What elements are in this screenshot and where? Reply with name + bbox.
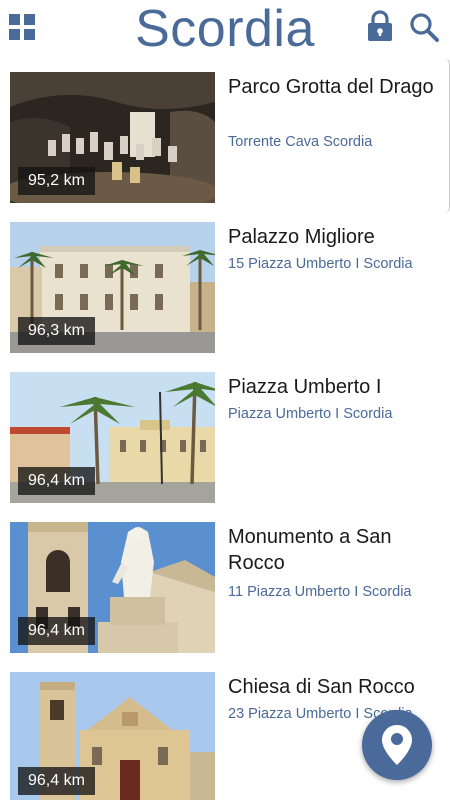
- place-address: Torrente Cava Scordia: [228, 134, 373, 150]
- list-item[interactable]: 95,2 km Parco Grotta del Drago Torrente …: [0, 62, 445, 203]
- list-item[interactable]: 96,3 km Palazzo Migliore 15 Piazza Umber…: [0, 212, 445, 353]
- place-name: Monumento a San Rocco: [228, 526, 392, 574]
- app-header: Scordia: [0, 0, 450, 62]
- list-item[interactable]: 96,4 km Piazza Umberto I Piazza Umberto …: [0, 362, 445, 503]
- distance-badge: 95,2 km: [18, 167, 95, 195]
- place-name: Chiesa di San Rocco: [228, 676, 415, 698]
- map-button[interactable]: [362, 710, 432, 780]
- place-thumbnail: 96,3 km: [10, 222, 215, 353]
- place-address: Piazza Umberto I Scordia: [228, 406, 393, 422]
- lock-icon[interactable]: [366, 10, 394, 42]
- map-pin-icon: [382, 725, 412, 765]
- distance-badge: 96,4 km: [18, 467, 95, 495]
- place-thumbnail: 95,2 km: [10, 72, 215, 203]
- place-name: Parco Grotta del Drago: [228, 76, 434, 98]
- scrollbar[interactable]: [444, 58, 450, 213]
- place-name: Palazzo Migliore: [228, 226, 375, 248]
- list-item[interactable]: 96,4 km Monumento a San Rocco 11 Piazza …: [0, 512, 445, 653]
- distance-badge: 96,4 km: [18, 617, 95, 645]
- place-thumbnail: 96,4 km: [10, 372, 215, 503]
- places-list: 95,2 km Parco Grotta del Drago Torrente …: [0, 62, 450, 800]
- distance-badge: 96,4 km: [18, 767, 95, 795]
- search-icon[interactable]: [409, 12, 439, 42]
- place-address: 15 Piazza Umberto I Scordia: [228, 256, 413, 272]
- place-name: Piazza Umberto I: [228, 376, 382, 398]
- distance-badge: 96,3 km: [18, 317, 95, 345]
- place-thumbnail: 96,4 km: [10, 522, 215, 653]
- place-thumbnail: 96,4 km: [10, 672, 215, 800]
- place-address: 11 Piazza Umberto I Scordia: [228, 584, 412, 600]
